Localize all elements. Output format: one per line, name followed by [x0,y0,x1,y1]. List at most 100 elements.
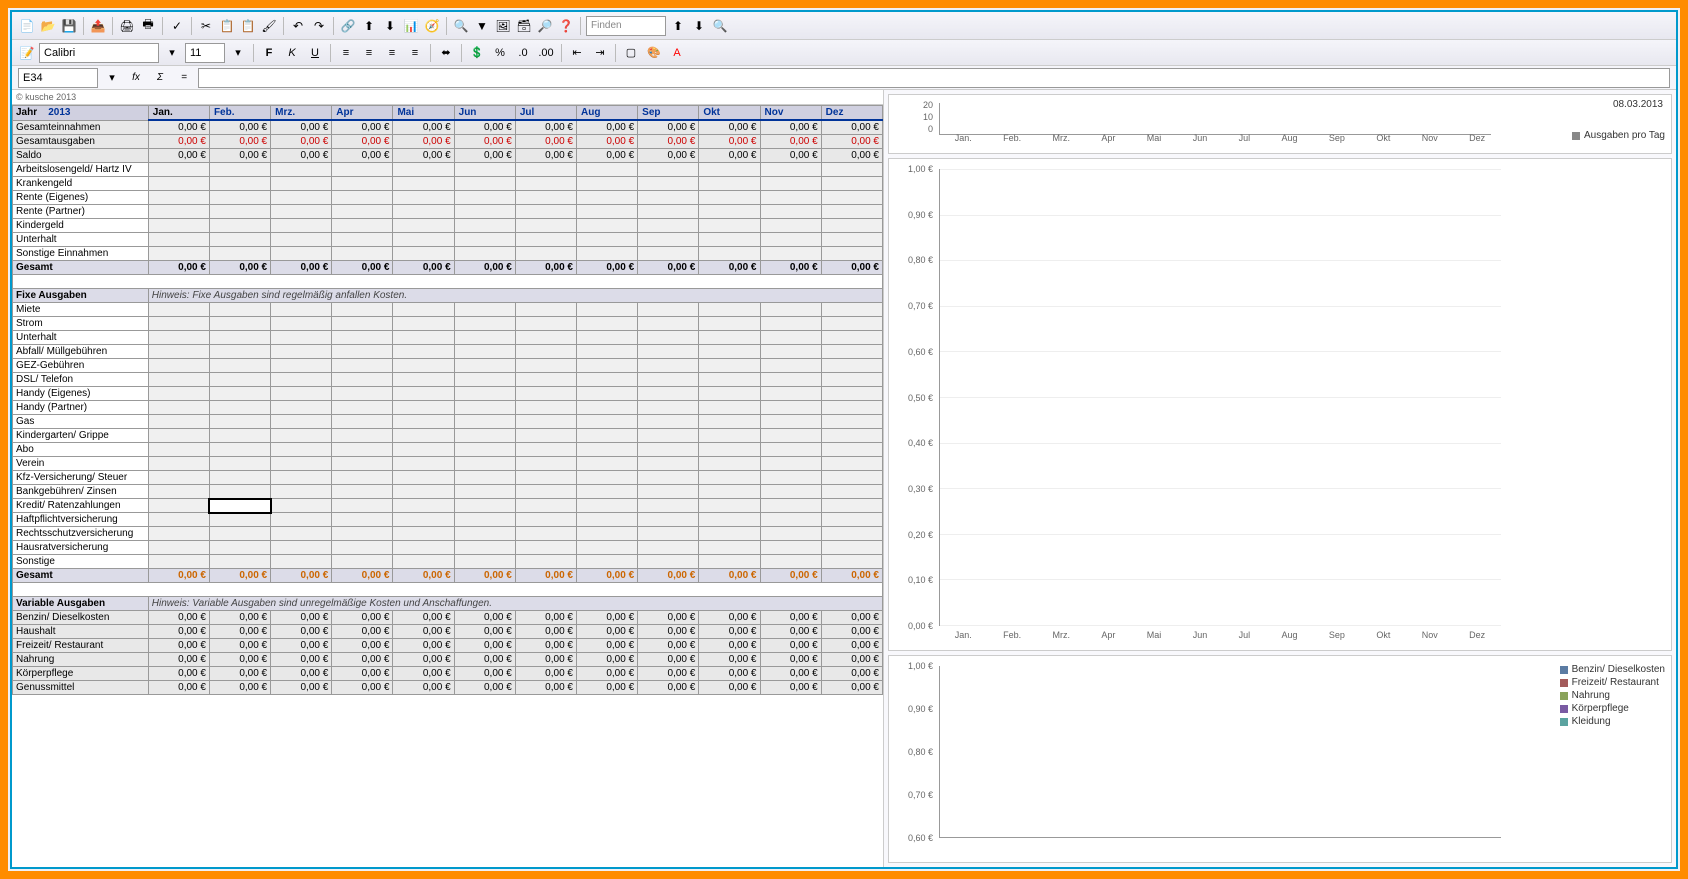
fixed-cell[interactable] [271,457,332,471]
income-cell[interactable] [821,191,882,205]
fixed-cell[interactable] [393,541,454,555]
var-value[interactable]: 0,00 € [454,653,515,667]
font-color-icon[interactable]: A [667,43,687,63]
var-value[interactable]: 0,00 € [271,681,332,695]
fixed-cell[interactable] [576,513,637,527]
summary-value[interactable]: 0,00 € [454,135,515,149]
cut-icon[interactable]: ✂ [197,17,215,35]
fixed-cell[interactable] [699,415,760,429]
summary-value[interactable]: 0,00 € [393,120,454,135]
var-value[interactable]: 0,00 € [454,611,515,625]
income-cell[interactable] [638,205,699,219]
var-value[interactable]: 0,00 € [576,611,637,625]
fixed-cell[interactable] [393,471,454,485]
fixed-header[interactable]: Fixe Ausgaben [13,289,149,303]
size-dropdown-icon[interactable]: ▾ [228,43,248,63]
income-cell[interactable] [148,163,209,177]
fixed-cell[interactable] [515,359,576,373]
summary-value[interactable]: 0,00 € [454,120,515,135]
print-preview-icon[interactable]: 🖨 [118,17,136,35]
copy-icon[interactable]: 📋 [218,17,236,35]
fixed-cell[interactable] [271,541,332,555]
fixed-cell[interactable] [821,359,882,373]
fixed-cell[interactable] [821,513,882,527]
var-value[interactable]: 0,00 € [332,625,393,639]
income-cell[interactable] [760,163,821,177]
income-total-value[interactable]: 0,00 € [576,261,637,275]
fixed-cell[interactable] [515,415,576,429]
fixed-cell[interactable] [271,401,332,415]
fixed-label[interactable]: Rechtsschutzversicherung [13,527,149,541]
income-cell[interactable] [454,247,515,261]
month-header[interactable]: Sep [638,106,699,121]
var-value[interactable]: 0,00 € [760,639,821,653]
fixed-cell[interactable] [515,429,576,443]
var-value[interactable]: 0,00 € [393,681,454,695]
align-left-icon[interactable]: ≡ [336,43,356,63]
fixed-total-value[interactable]: 0,00 € [148,569,209,583]
fixed-total-value[interactable]: 0,00 € [576,569,637,583]
var-value[interactable]: 0,00 € [271,639,332,653]
fixed-cell[interactable] [638,401,699,415]
fixed-cell[interactable] [209,457,270,471]
fixed-cell[interactable] [454,485,515,499]
var-header[interactable]: Variable Ausgaben [13,597,149,611]
fixed-cell[interactable] [821,541,882,555]
income-cell[interactable] [821,247,882,261]
var-value[interactable]: 0,00 € [148,611,209,625]
indent-inc-icon[interactable]: ⇥ [590,43,610,63]
fixed-cell[interactable] [454,317,515,331]
align-center-icon[interactable]: ≡ [359,43,379,63]
fixed-cell[interactable] [271,471,332,485]
fixed-cell[interactable] [454,373,515,387]
fixed-cell[interactable] [393,373,454,387]
fixed-cell[interactable] [148,373,209,387]
fixed-label[interactable]: Handy (Eigenes) [13,387,149,401]
var-value[interactable]: 0,00 € [760,681,821,695]
summary-value[interactable]: 0,00 € [638,149,699,163]
sort-asc-icon[interactable]: ⬆ [360,17,378,35]
font-select[interactable] [39,43,159,63]
var-value[interactable]: 0,00 € [393,653,454,667]
fixed-cell[interactable] [576,429,637,443]
fixed-cell[interactable] [576,345,637,359]
fixed-cell[interactable] [393,303,454,317]
fixed-hint[interactable]: Hinweis: Fixe Ausgaben sind regelmäßig a… [148,289,882,303]
fixed-cell[interactable] [209,373,270,387]
income-cell[interactable] [576,233,637,247]
income-cell[interactable] [821,205,882,219]
income-total-value[interactable]: 0,00 € [699,261,760,275]
var-value[interactable]: 0,00 € [821,639,882,653]
fixed-cell[interactable] [821,415,882,429]
fixed-cell[interactable] [821,331,882,345]
var-value[interactable]: 0,00 € [760,667,821,681]
var-value[interactable]: 0,00 € [515,639,576,653]
var-value[interactable]: 0,00 € [148,681,209,695]
var-value[interactable]: 0,00 € [454,625,515,639]
fixed-cell[interactable] [699,317,760,331]
fixed-cell[interactable] [148,387,209,401]
income-cell[interactable] [760,177,821,191]
fixed-cell[interactable] [271,527,332,541]
fixed-cell[interactable] [576,471,637,485]
income-cell[interactable] [271,191,332,205]
fixed-cell[interactable] [148,415,209,429]
fixed-cell[interactable] [271,317,332,331]
fixed-cell[interactable] [638,541,699,555]
fixed-cell[interactable] [576,359,637,373]
fixed-cell[interactable] [699,359,760,373]
fixed-cell[interactable] [148,485,209,499]
fixed-cell[interactable] [454,429,515,443]
fixed-label[interactable]: Gas [13,415,149,429]
fixed-cell[interactable] [760,429,821,443]
fixed-cell[interactable] [760,555,821,569]
fixed-cell[interactable] [515,401,576,415]
fixed-cell[interactable] [393,499,454,513]
fixed-total-value[interactable]: 0,00 € [699,569,760,583]
align-justify-icon[interactable]: ≡ [405,43,425,63]
summary-value[interactable]: 0,00 € [760,135,821,149]
income-cell[interactable] [576,205,637,219]
income-cell[interactable] [209,219,270,233]
var-value[interactable]: 0,00 € [271,667,332,681]
fixed-total-value[interactable]: 0,00 € [638,569,699,583]
